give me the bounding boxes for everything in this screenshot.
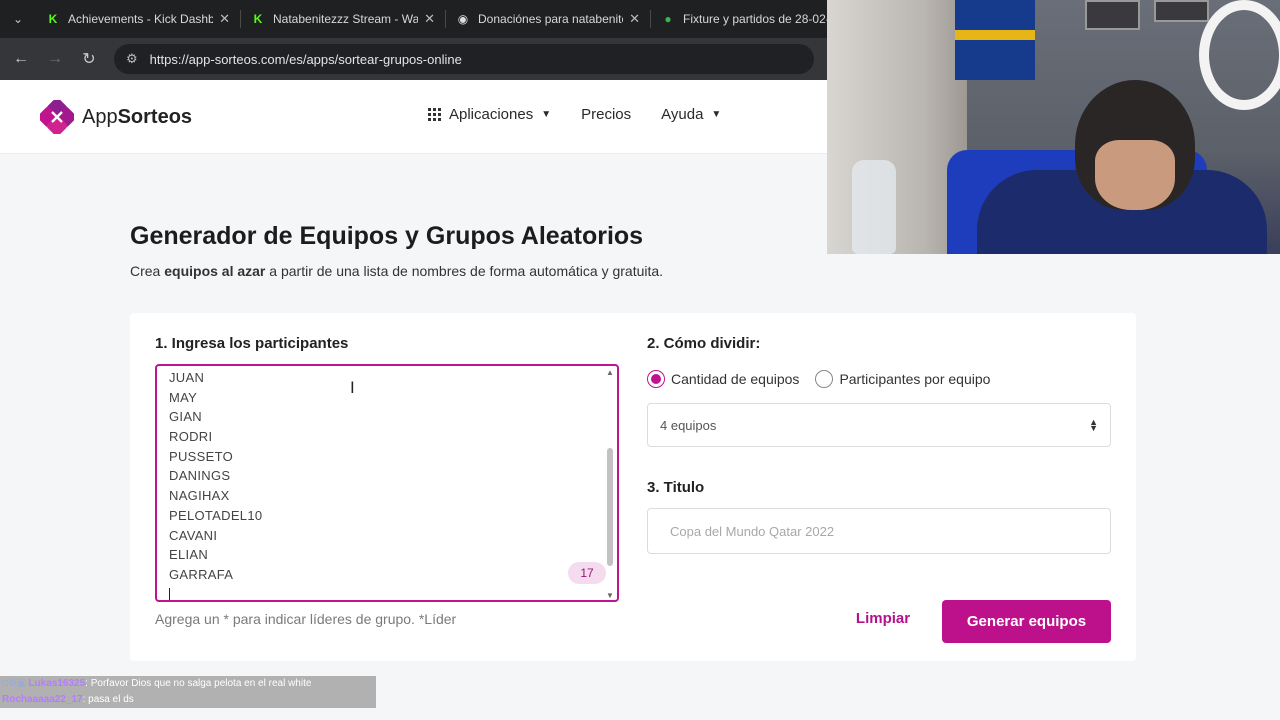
address-bar[interactable]: ⚙ https://app-sorteos.com/es/apps/sortea… xyxy=(114,44,814,74)
participants-label: 1. Ingresa los participantes xyxy=(155,335,349,352)
kick-icon: K xyxy=(253,12,263,26)
site-logo[interactable]: AppSorteos xyxy=(40,100,192,134)
divide-label: 2. Cómo dividir: xyxy=(647,335,761,352)
radio-teams-count-label[interactable]: Cantidad de equipos xyxy=(671,371,799,387)
subtitle-bold: equipos al azar xyxy=(164,263,266,279)
logo-prefix: App xyxy=(82,105,118,128)
scroll-down-icon[interactable]: ▼ xyxy=(606,591,614,600)
subtitle-pre: Crea xyxy=(130,263,165,279)
nav-help-label: Ayuda xyxy=(661,106,704,123)
nav-apps[interactable]: Aplicaciones ▼ xyxy=(428,106,551,123)
webcam-person-face xyxy=(1095,140,1175,210)
webcam-curtain xyxy=(827,0,967,254)
participant-line: GARRAFA xyxy=(169,566,234,582)
generate-teams-button[interactable]: Generar equipos xyxy=(942,600,1111,643)
chat-username: Rochaaaaa22_17 xyxy=(2,694,83,705)
page-title: Generador de Equipos y Grupos Aleatorios xyxy=(130,222,644,250)
browser-tab[interactable]: K Natabenitezzz Stream - Watch ✕ xyxy=(241,0,445,38)
generator-card: 1. Ingresa los participantes JUAN MAY GI… xyxy=(130,313,1136,661)
participant-line: NAGIHAX xyxy=(169,488,230,504)
radio-teams-count[interactable] xyxy=(647,370,665,388)
select-arrows-icon: ▲ ▼ xyxy=(1089,417,1098,433)
participants-textarea[interactable]: JUAN MAY GIAN RODRI PUSSETO DANINGS NAGI… xyxy=(155,364,619,602)
kick-icon: K xyxy=(48,12,58,26)
subtitle-post: a partir de una lista de nombres de form… xyxy=(265,263,664,279)
participant-line: CAVANI xyxy=(169,527,218,543)
globe-icon: ◉ xyxy=(457,12,469,26)
close-tab-icon[interactable]: ✕ xyxy=(424,11,435,27)
chat-badges-icon: ◘⚙▣ xyxy=(2,678,27,689)
webcam-ring-light xyxy=(1199,0,1280,110)
participant-line: MAY xyxy=(169,389,198,405)
participant-line: DANINGS xyxy=(169,468,231,484)
participant-line: JUAN xyxy=(169,370,205,385)
participant-count-badge: 17 xyxy=(568,562,606,584)
site-settings-icon[interactable]: ⚙ xyxy=(126,51,138,67)
participant-line: ELIAN xyxy=(169,547,209,563)
chat-username: Lukas16325 xyxy=(28,678,86,689)
textarea-scrollbar[interactable]: ▲ ▼ xyxy=(605,368,615,600)
scroll-up-icon[interactable]: ▲ xyxy=(606,368,614,377)
teams-count-select[interactable]: 4 equipos ▲ ▼ xyxy=(647,403,1111,447)
webcam-wall-frame xyxy=(1085,0,1140,30)
logo-suffix: Sorteos xyxy=(117,105,193,128)
tab-search-chevron-icon[interactable]: ⌄ xyxy=(0,0,36,38)
logo-wordmark: AppSorteos xyxy=(82,106,192,129)
chevron-down-icon: ▼ xyxy=(711,109,722,120)
title-input[interactable]: Copa del Mundo Qatar 2022 xyxy=(647,508,1111,554)
nav-help[interactable]: Ayuda ▼ xyxy=(661,106,721,123)
participants-list: JUAN MAY GIAN RODRI PUSSETO DANINGS NAGI… xyxy=(169,368,263,600)
webcam-hanging-jersey xyxy=(955,0,1035,80)
browser-tab[interactable]: ● Fixture y partidos de 28-02- xyxy=(651,0,855,38)
scrollbar-thumb[interactable] xyxy=(607,448,613,566)
webcam-bottle xyxy=(852,160,896,254)
participant-line: GIAN xyxy=(169,409,202,425)
radio-per-team-label[interactable]: Participantes por equipo xyxy=(839,371,990,387)
text-caret xyxy=(169,587,170,600)
participant-line: RODRI xyxy=(169,429,213,445)
chat-text: : Porfavor Dios que no salga pelota en e… xyxy=(85,678,312,689)
close-tab-icon[interactable]: ✕ xyxy=(219,11,230,27)
close-tab-icon[interactable]: ✕ xyxy=(629,11,640,27)
chevron-down-icon: ▼ xyxy=(541,109,552,120)
divide-options: Cantidad de equipos Participantes por eq… xyxy=(647,370,1006,388)
main-nav: Aplicaciones ▼ Precios Ayuda ▼ xyxy=(428,106,751,123)
clear-button[interactable]: Limpiar xyxy=(840,610,926,634)
forward-arrow-icon[interactable]: → xyxy=(38,38,72,80)
radio-per-team[interactable] xyxy=(815,370,834,388)
stream-chat-overlay: ◘⚙▣ Lukas16325: Porfavor Dios que no salg… xyxy=(0,676,376,708)
text-cursor-icon: I xyxy=(350,378,355,397)
appsorteos-logo-icon xyxy=(40,100,74,134)
title-label: 3. Titulo xyxy=(647,479,705,496)
url-text: https://app-sorteos.com/es/apps/sortear-… xyxy=(149,51,462,67)
chat-message: Rochaaaaa22_17: pasa el ds xyxy=(0,692,376,708)
nav-apps-label: Aplicaciones xyxy=(449,106,534,123)
select-value: 4 equipos xyxy=(660,417,717,433)
reload-icon[interactable]: ↻ xyxy=(72,38,106,80)
browser-tab[interactable]: ◉ Donaciónes para natabenitezzz ✕ xyxy=(446,0,650,38)
ball-icon: ● xyxy=(664,12,672,26)
webcam-overlay xyxy=(827,0,1280,254)
participants-hint: Agrega un * para indicar líderes de grup… xyxy=(155,611,457,627)
chat-message: ◘⚙▣ Lukas16325: Porfavor Dios que no salg… xyxy=(0,676,376,692)
page-subtitle: Crea equipos al azar a partir de una lis… xyxy=(130,263,663,279)
chat-text: : pasa el ds xyxy=(82,694,134,705)
nav-prices[interactable]: Precios xyxy=(581,106,631,123)
browser-tab[interactable]: K Achievements - Kick Dashboard ✕ xyxy=(36,0,240,38)
grid-icon xyxy=(428,108,441,121)
webcam-wall-frame xyxy=(1154,0,1209,22)
back-arrow-icon[interactable]: ← xyxy=(4,38,38,80)
participant-line: PUSSETO xyxy=(169,448,233,464)
webcam-jersey-stripe xyxy=(955,30,1035,40)
participant-line: PELOTADEL10 xyxy=(169,507,263,523)
nav-prices-label: Precios xyxy=(581,106,632,123)
